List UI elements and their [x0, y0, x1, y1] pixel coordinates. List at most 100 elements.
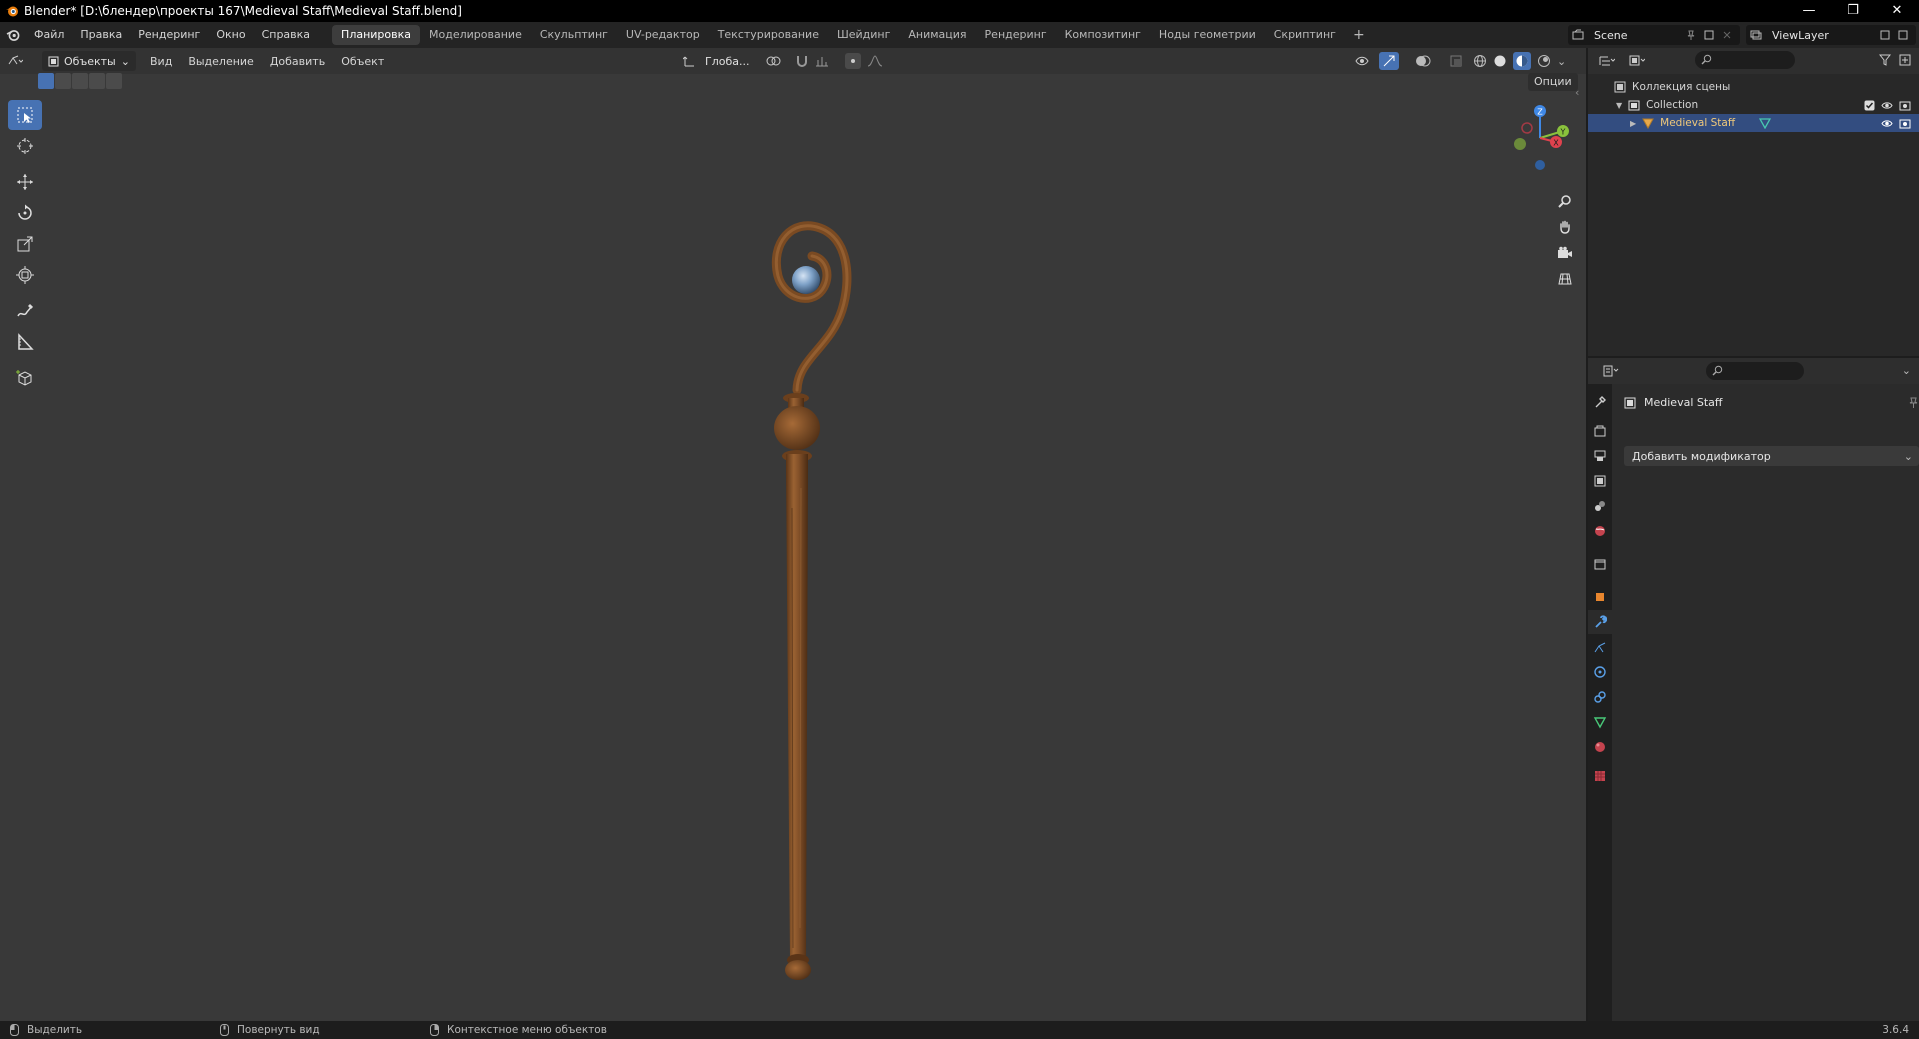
data-tab-icon[interactable] [1588, 710, 1612, 734]
blender-menu-icon[interactable] [0, 22, 26, 48]
collection-exclude-checkbox[interactable] [1864, 100, 1875, 111]
add-modifier-dropdown[interactable]: Добавить модификатор ⌄ [1624, 446, 1919, 466]
tab-layout[interactable]: Планировка [332, 25, 421, 45]
snap-icon[interactable] [795, 54, 809, 68]
tab-sculpting[interactable]: Скульптинг [531, 25, 617, 45]
outliner-scene-collection[interactable]: Коллекция сцены [1588, 78, 1919, 96]
outliner-editor-type-icon[interactable] [1592, 55, 1622, 67]
view-layer-tab-icon[interactable] [1588, 469, 1612, 493]
perspective-grid-icon[interactable] [1552, 266, 1578, 292]
shading-options-chevron-icon[interactable]: ⌄ [1557, 55, 1566, 68]
modifier-tab-icon[interactable] [1588, 610, 1612, 634]
move-tool[interactable] [8, 167, 42, 197]
delete-scene-icon[interactable] [1722, 30, 1732, 40]
tab-shading[interactable]: Шейдинг [828, 25, 899, 45]
cursor-tool[interactable] [8, 131, 42, 161]
solid-shading-icon[interactable] [1493, 54, 1507, 68]
particles-tab-icon[interactable] [1588, 635, 1612, 659]
add-workspace-button[interactable]: + [1345, 27, 1373, 43]
menu-help[interactable]: Справка [254, 22, 318, 48]
collection-tab-icon[interactable] [1588, 552, 1612, 576]
delete-view-layer-icon[interactable] [1898, 30, 1908, 40]
select-subtract-icon[interactable] [72, 73, 88, 89]
measure-tool[interactable] [8, 327, 42, 357]
object-render-camera-icon[interactable] [1899, 118, 1911, 129]
wireframe-shading-icon[interactable] [1473, 54, 1487, 68]
scale-tool[interactable] [8, 229, 42, 259]
scene-selector[interactable]: Scene [1568, 25, 1740, 45]
outliner-search-input[interactable] [1695, 51, 1795, 69]
outliner-collection[interactable]: ▼ Collection [1588, 96, 1919, 114]
add-cube-tool[interactable] [8, 363, 42, 393]
chevron-down-icon[interactable]: ⌄ [1902, 364, 1911, 377]
snap-target-icon[interactable] [815, 54, 829, 68]
tab-rendering[interactable]: Рендеринг [976, 25, 1056, 45]
menu-object[interactable]: Объект [333, 55, 392, 68]
xray-toggle-icon[interactable] [1449, 54, 1463, 68]
rendered-shading-icon[interactable] [1537, 54, 1551, 68]
new-scene-icon[interactable] [1704, 30, 1714, 40]
collection-render-camera-icon[interactable] [1899, 100, 1911, 111]
zoom-icon[interactable] [1552, 188, 1578, 214]
properties-search-input[interactable] [1706, 362, 1804, 380]
mesh-data-icon[interactable] [1759, 117, 1772, 129]
properties-editor-type-icon[interactable] [1596, 365, 1626, 377]
select-box-tool[interactable] [8, 100, 42, 130]
overlays-toggle-icon[interactable] [1415, 54, 1431, 68]
menu-file[interactable]: Файл [26, 22, 72, 48]
material-preview-shading-icon[interactable] [1513, 52, 1531, 70]
output-tab-icon[interactable] [1588, 444, 1612, 468]
expand-arrow-icon[interactable]: ▶ [1630, 119, 1636, 128]
3d-viewport[interactable]: Объекты ⌄ Вид Выделение Добавить Объект … [0, 48, 1586, 1021]
expand-arrow-icon[interactable]: ▼ [1616, 101, 1622, 110]
mode-dropdown[interactable]: Объекты ⌄ [42, 51, 136, 71]
visibility-selectability-icon[interactable] [1355, 54, 1373, 68]
collection-visibility-eye-icon[interactable] [1881, 100, 1893, 111]
select-intersect-icon[interactable] [106, 73, 122, 89]
transform-tool[interactable] [8, 260, 42, 290]
tab-scripting[interactable]: Скриптинг [1265, 25, 1345, 45]
tab-animation[interactable]: Анимация [899, 25, 975, 45]
filter-icon[interactable] [1879, 54, 1893, 66]
pin-icon[interactable] [1908, 397, 1919, 408]
menu-render[interactable]: Рендеринг [130, 22, 208, 48]
sidebar-toggle-icon[interactable]: ‹ [1575, 86, 1579, 99]
select-invert-icon[interactable] [89, 73, 105, 89]
menu-view[interactable]: Вид [142, 55, 180, 68]
minimize-button[interactable]: — [1787, 0, 1831, 22]
tool-tab-icon[interactable] [1588, 390, 1612, 414]
medieval-staff-model[interactable] [740, 188, 900, 1028]
proportional-edit-icon[interactable] [845, 53, 862, 69]
menu-select[interactable]: Выделение [180, 55, 262, 68]
editor-type-icon[interactable] [0, 55, 30, 67]
tab-geometry-nodes[interactable]: Ноды геометрии [1150, 25, 1265, 45]
tab-compositing[interactable]: Композитинг [1056, 25, 1150, 45]
navigation-gizmo[interactable]: Z Y X [1500, 98, 1580, 178]
falloff-icon[interactable] [867, 55, 883, 67]
material-tab-icon[interactable] [1588, 735, 1612, 759]
render-tab-icon[interactable] [1588, 419, 1612, 443]
tab-uv-editing[interactable]: UV-редактор [617, 25, 709, 45]
select-new-icon[interactable] [38, 73, 54, 89]
new-collection-icon[interactable] [1899, 54, 1911, 66]
pivot-point-icon[interactable] [765, 54, 781, 68]
object-visibility-eye-icon[interactable] [1881, 118, 1893, 129]
gizmos-toggle-icon[interactable] [1379, 52, 1399, 70]
physics-tab-icon[interactable] [1588, 660, 1612, 684]
pin-icon[interactable] [1686, 30, 1696, 40]
object-tab-icon[interactable] [1588, 585, 1612, 609]
scene-tab-icon[interactable] [1588, 494, 1612, 518]
pan-hand-icon[interactable] [1552, 214, 1578, 240]
display-mode-icon[interactable] [1622, 55, 1652, 67]
options-dropdown[interactable]: Опции [1528, 73, 1578, 91]
close-button[interactable]: ✕ [1875, 0, 1919, 22]
tab-texture-paint[interactable]: Текстурирование [709, 25, 828, 45]
tab-modeling[interactable]: Моделирование [420, 25, 531, 45]
maximize-button[interactable]: ❐ [1831, 0, 1875, 22]
transform-orientation-dropdown[interactable]: Глоба... [703, 51, 751, 71]
rotate-tool[interactable] [8, 198, 42, 228]
view-layer-selector[interactable]: ViewLayer [1746, 25, 1916, 45]
annotate-tool[interactable] [8, 296, 42, 326]
world-tab-icon[interactable] [1588, 519, 1612, 543]
constraints-tab-icon[interactable] [1588, 685, 1612, 709]
